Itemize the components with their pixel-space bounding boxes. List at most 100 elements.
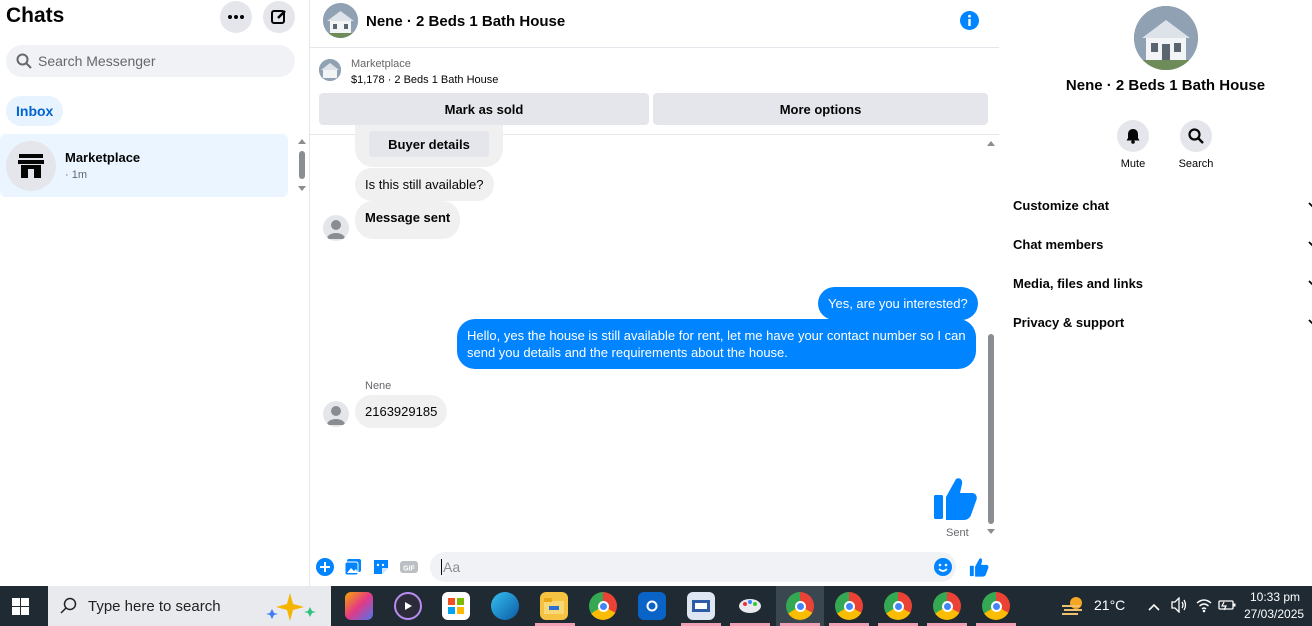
gif-icon: GIF [400, 561, 418, 573]
store-icon [18, 154, 44, 178]
chevron-down-icon [1308, 202, 1312, 208]
taskbar-search-placeholder: Type here to search [88, 597, 221, 615]
bell-icon [1126, 129, 1140, 144]
listing-profile-image [1134, 6, 1198, 70]
gif-button[interactable]: GIF [400, 558, 418, 581]
search-input[interactable]: Search Messenger [6, 45, 295, 77]
chevron-down-icon [1308, 319, 1312, 325]
more-options-listing-button[interactable]: More options [653, 93, 988, 125]
mute-label: Mute [1120, 158, 1146, 170]
messenger-app: Chats Search Messenger Inbox Marketplace… [0, 0, 1312, 586]
battery-button[interactable] [1218, 597, 1236, 618]
marketplace-listing-bar: Marketplace $1,178 · 2 Beds 1 Bath House… [310, 48, 999, 135]
sender-avatar [323, 401, 349, 427]
volume-button[interactable] [1170, 596, 1188, 618]
chrome-browser-icon[interactable] [589, 592, 617, 620]
messages-scrollbar[interactable] [986, 138, 996, 538]
edge-browser-icon[interactable] [491, 592, 519, 620]
buyer-details-card: Buyer details [355, 125, 503, 167]
weather-widget[interactable] [1060, 594, 1086, 623]
listing-price: $1,178 · 2 Beds 1 Bath House [351, 74, 499, 86]
person-icon [327, 406, 345, 425]
outgoing-message: Yes, are you interested? [818, 287, 978, 320]
network-button[interactable] [1196, 597, 1212, 618]
conversation-time: · 1m [65, 169, 87, 181]
mark-as-sold-button[interactable]: Mark as sold [319, 93, 649, 125]
taskbar-search-input[interactable]: Type here to search [48, 586, 331, 626]
section-chat-members[interactable]: Chat members [1013, 237, 1312, 252]
chevron-down-icon [1308, 280, 1312, 286]
chrome-profile-4-icon[interactable] [933, 592, 961, 620]
section-media-files-links[interactable]: Media, files and links [1013, 276, 1312, 291]
section-label: Media, files and links [1013, 276, 1144, 291]
marketplace-label: Marketplace [351, 58, 411, 70]
copilot-app-icon[interactable] [345, 592, 373, 620]
sender-name: Nene [365, 380, 392, 392]
section-label: Privacy & support [1013, 315, 1125, 330]
outlook-app-icon[interactable] [638, 592, 666, 620]
sticker-button[interactable] [372, 558, 390, 581]
conversation-name: Marketplace [65, 150, 141, 165]
listing-avatar[interactable] [323, 3, 358, 38]
mute-action[interactable]: Mute [1108, 120, 1158, 170]
message-input-placeholder: Aa [443, 559, 461, 575]
media-player-icon[interactable] [394, 592, 422, 620]
store-app-icon[interactable] [442, 592, 470, 620]
chrome-profile-2-icon[interactable] [835, 592, 863, 620]
svg-text:GIF: GIF [403, 566, 415, 573]
buyer-details-button[interactable]: Buyer details [369, 131, 489, 157]
new-message-button[interactable] [263, 1, 295, 33]
chevron-up-icon [1148, 603, 1160, 611]
search-icon [16, 53, 32, 69]
message-input[interactable]: Aa [430, 552, 956, 582]
section-label: Customize chat [1013, 198, 1110, 213]
weather-icon [1062, 597, 1082, 615]
inbox-tab[interactable]: Inbox [6, 96, 64, 126]
search-in-conversation-button[interactable] [1180, 120, 1212, 152]
more-icon [228, 15, 244, 19]
clock-date[interactable]: 27/03/2025 [1244, 607, 1304, 621]
thumbs-up-icon [934, 478, 977, 520]
app-icon-paint[interactable] [736, 592, 764, 620]
plus-circle-icon [316, 558, 334, 576]
info-icon [960, 11, 979, 30]
conversation-info-button[interactable] [960, 11, 979, 35]
search-label: Search [1178, 158, 1214, 170]
sidebar-scrollbar[interactable] [297, 136, 307, 194]
thumbs-up-sticker [932, 475, 978, 526]
attach-image-button[interactable] [344, 558, 362, 581]
more-actions-button[interactable] [316, 558, 334, 581]
sender-avatar [323, 215, 349, 241]
text-cursor [441, 559, 442, 575]
send-like-button[interactable] [969, 557, 989, 582]
conversation-item-marketplace[interactable]: Marketplace · 1m [0, 134, 288, 197]
compose-icon [271, 10, 286, 24]
chevron-down-icon [1308, 241, 1312, 247]
search-action[interactable]: Search [1171, 120, 1221, 170]
section-customize-chat[interactable]: Customize chat [1013, 198, 1312, 213]
details-title: Nene · 2 Beds 1 Bath House [1065, 77, 1266, 94]
app-icon-remote[interactable] [687, 592, 715, 620]
show-hidden-icons-button[interactable] [1148, 599, 1160, 617]
thumbs-up-icon [969, 558, 989, 577]
conversation-details-panel: Nene · 2 Beds 1 Bath House Mute Search C… [999, 0, 1312, 586]
emoji-button[interactable] [934, 558, 952, 581]
windows-taskbar: Type here to search 21°C 10:33 pm 27/03/… [0, 586, 1312, 626]
smile-icon [934, 558, 952, 576]
section-label: Chat members [1013, 237, 1104, 252]
section-privacy-support[interactable]: Privacy & support [1013, 315, 1312, 330]
chrome-profile-5-icon[interactable] [982, 592, 1010, 620]
sticker-icon [374, 560, 388, 574]
chrome-profile-1-icon[interactable] [786, 592, 814, 620]
conversation-title: Nene · 2 Beds 1 Bath House [366, 13, 566, 30]
copilot-sparkle-icon [266, 593, 316, 621]
more-options-button[interactable] [220, 1, 252, 33]
file-explorer-icon[interactable] [540, 592, 568, 620]
house-image-icon [323, 3, 358, 38]
start-button[interactable] [12, 598, 29, 620]
chrome-profile-3-icon[interactable] [884, 592, 912, 620]
mute-button[interactable] [1117, 120, 1149, 152]
person-icon [327, 220, 345, 239]
clock-time[interactable]: 10:33 pm [1250, 590, 1300, 604]
wifi-icon [1196, 599, 1212, 613]
